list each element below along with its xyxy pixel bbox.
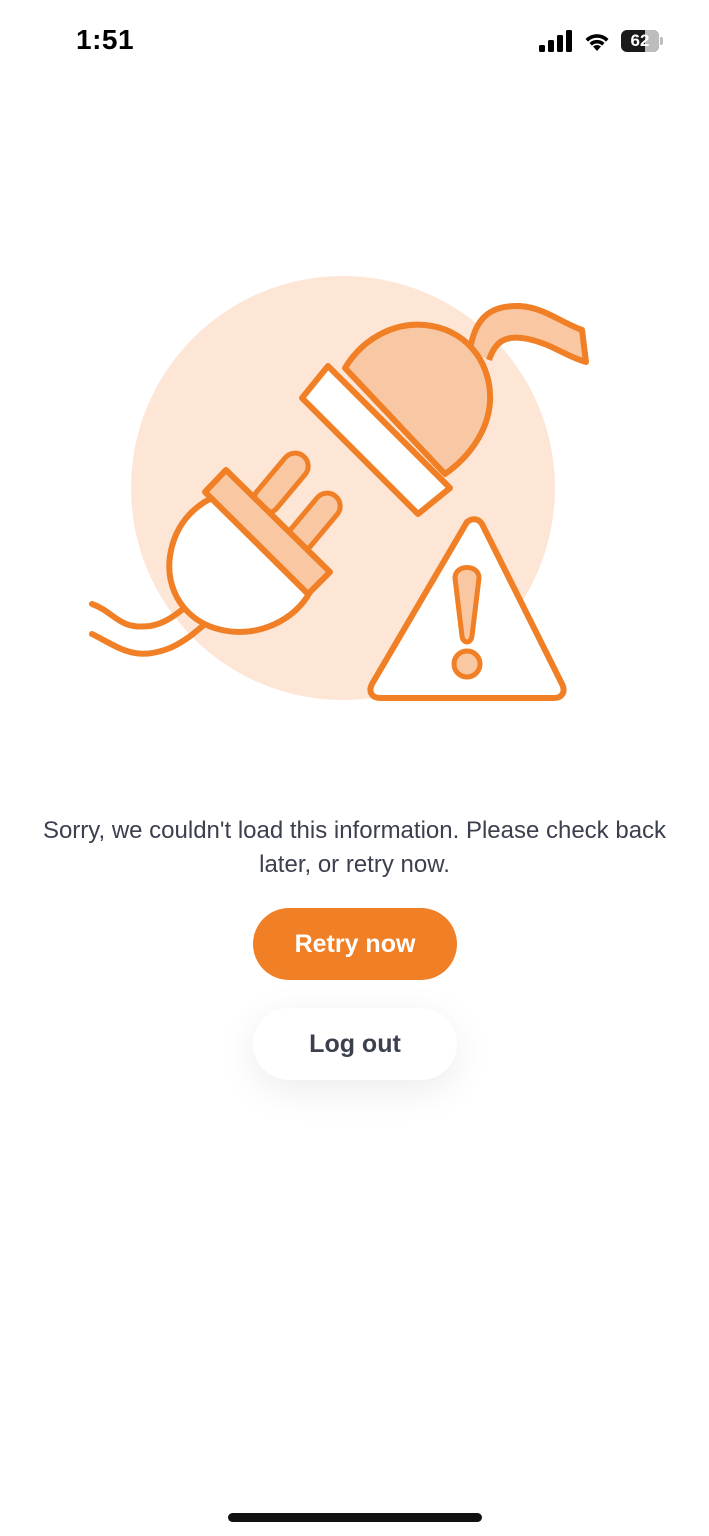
status-icons: 62: [539, 28, 663, 54]
retry-button[interactable]: Retry now: [253, 908, 457, 980]
logout-button[interactable]: Log out: [253, 1008, 457, 1080]
signal-icon: [539, 30, 572, 52]
wifi-icon: [585, 34, 609, 51]
battery-icon: 62: [621, 30, 663, 52]
home-indicator[interactable]: [228, 1513, 482, 1522]
disconnected-illustration: [89, 276, 589, 701]
status-time: 1:51: [76, 24, 135, 55]
error-message: Sorry, we couldn't load this information…: [42, 817, 667, 878]
status-bar: 1:51 62: [0, 0, 709, 80]
battery-level: 62: [630, 31, 650, 50]
